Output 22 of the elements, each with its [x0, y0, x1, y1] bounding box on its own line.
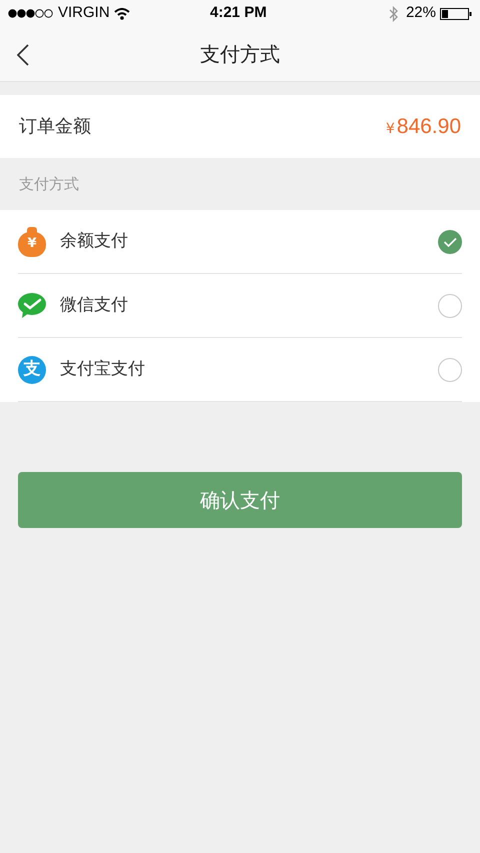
- order-amount: 846.90: [396, 114, 461, 140]
- section-label: 支付方式: [19, 174, 79, 195]
- back-icon[interactable]: [17, 44, 29, 66]
- payment-method-row[interactable]: 微信支付: [18, 274, 462, 338]
- battery-icon: [440, 8, 472, 20]
- order-amount-label: 订单金额: [19, 115, 91, 139]
- check-circle-icon[interactable]: [438, 230, 462, 254]
- bluetooth-icon: [388, 6, 398, 22]
- clock-time: 4:21 PM: [210, 3, 267, 24]
- chat-bubble-check-icon: [18, 292, 46, 318]
- alipay-icon: 支: [18, 356, 46, 384]
- currency-symbol: ¥: [386, 120, 395, 139]
- battery-percent: 22%: [406, 3, 436, 24]
- page-title: 支付方式: [200, 41, 280, 68]
- signal-icon: [8, 9, 54, 18]
- carrier-name: VIRGIN: [58, 3, 110, 24]
- payment-method-label: 支付宝支付: [60, 358, 146, 381]
- payment-method-label: 微信支付: [60, 294, 129, 317]
- wifi-icon: [114, 8, 130, 20]
- payment-method-row[interactable]: ¥ 余额支付: [18, 210, 462, 274]
- payment-method-label: 余额支付: [60, 230, 129, 253]
- payment-method-row[interactable]: 支 支付宝支付: [18, 338, 462, 402]
